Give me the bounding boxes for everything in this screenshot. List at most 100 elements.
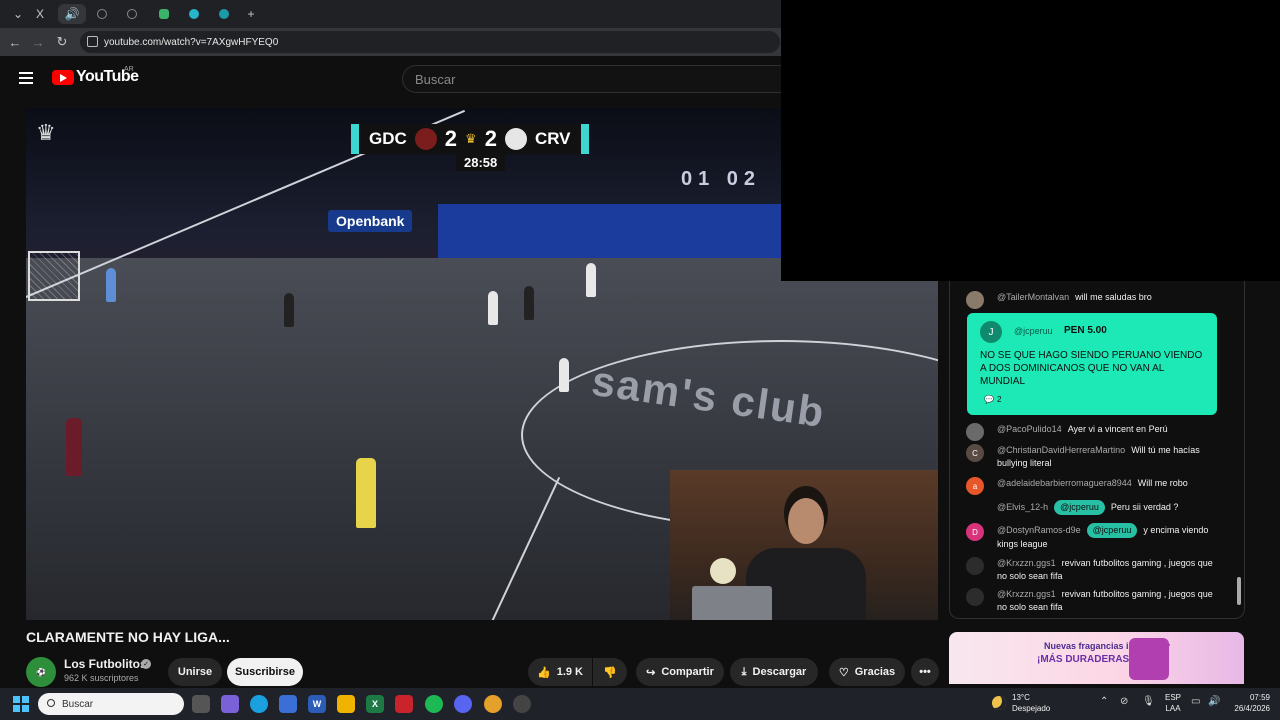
- share-button[interactable]: ↪ Compartir: [636, 658, 724, 686]
- chat-avatar[interactable]: [966, 291, 984, 309]
- chrome-icon[interactable]: [484, 695, 502, 713]
- search-input[interactable]: Buscar: [402, 65, 782, 93]
- chat-author[interactable]: @adelaidebarbierromaguera8944: [997, 478, 1132, 488]
- player: [284, 293, 294, 327]
- word-icon[interactable]: W: [308, 695, 326, 713]
- folder-icon[interactable]: [337, 695, 355, 713]
- address-bar[interactable]: youtube.com/watch?v=7AXgwHFYEQ0: [80, 31, 780, 53]
- chat-author[interactable]: @Krxzzn.ggs1: [997, 558, 1056, 568]
- microphone-icon[interactable]: 🎙: [1142, 696, 1155, 707]
- chat-author[interactable]: @Elvis_12-h: [997, 502, 1048, 512]
- channel-name[interactable]: Los Futbolitos: [64, 657, 147, 671]
- kings-league-logo-icon: ♛: [36, 120, 56, 145]
- spotify-icon[interactable]: [425, 695, 443, 713]
- thumbs-up-icon: 👍: [537, 666, 551, 679]
- chat-author[interactable]: @PacoPulido14: [997, 424, 1062, 434]
- away-team: CRV: [534, 129, 571, 148]
- channel-avatar[interactable]: ⚽: [26, 657, 56, 687]
- more-actions-button[interactable]: •••: [911, 658, 939, 686]
- forward-arrow-icon[interactable]: →: [28, 32, 48, 52]
- subscribe-button[interactable]: Suscribirse: [227, 658, 303, 686]
- mention-chip[interactable]: @jcperuu: [1054, 500, 1105, 515]
- like-button[interactable]: 👍 1.9 K: [528, 658, 592, 686]
- webcam-overlay: [670, 470, 938, 620]
- app-icon[interactable]: [395, 695, 413, 713]
- site-icon: [189, 9, 199, 19]
- chat-avatar[interactable]: [966, 557, 984, 575]
- shield-icon: [159, 9, 169, 19]
- player: [586, 263, 596, 297]
- chat-author[interactable]: @Krxzzn.ggs1: [997, 589, 1056, 599]
- tab-youtube-audio[interactable]: 🔊: [58, 4, 86, 24]
- tab-5[interactable]: [150, 4, 178, 24]
- chat-avatar[interactable]: a: [966, 477, 984, 495]
- ad-banner[interactable]: Nuevas fragancias intensas y ¡MÁS DURADE…: [949, 632, 1244, 684]
- edge-icon[interactable]: [250, 695, 268, 713]
- tab-4[interactable]: [118, 4, 146, 24]
- reply-icon: 💬: [984, 395, 994, 404]
- chat-message: @Krxzzn.ggs1 revivan futbolitos gaming , …: [966, 588, 1221, 614]
- chat-scrollbar[interactable]: [1237, 577, 1241, 605]
- reload-icon[interactable]: ↻: [52, 32, 72, 52]
- language-code: ESP: [1165, 693, 1182, 702]
- chat-text: Will me robo: [1137, 478, 1188, 488]
- weather-widget[interactable]: 13°C Despejado: [1012, 692, 1050, 714]
- display-icon[interactable]: ▭: [1191, 696, 1200, 707]
- chat-author[interactable]: @ChristianDavidHerreraMartino: [997, 445, 1125, 455]
- chat-text: Ayer vi a vincent en Perú: [1067, 424, 1168, 434]
- tab-7[interactable]: [210, 4, 238, 24]
- player: [66, 418, 82, 476]
- menu-icon[interactable]: [19, 72, 33, 84]
- keyboard-layout: LAA: [1165, 704, 1181, 713]
- windows-start-icon[interactable]: [13, 696, 29, 712]
- chat-avatar[interactable]: [966, 588, 984, 606]
- search-placeholder: Buscar: [415, 71, 456, 87]
- download-button[interactable]: ⤓ Descargar: [730, 658, 818, 686]
- back-arrow-icon[interactable]: ←: [5, 32, 25, 52]
- tab-6[interactable]: [180, 4, 208, 24]
- youtube-logo-icon[interactable]: [52, 70, 74, 85]
- network-icon[interactable]: ⊘: [1120, 696, 1128, 707]
- join-button[interactable]: Unirse: [168, 658, 222, 686]
- new-tab-button[interactable]: +: [237, 4, 265, 24]
- player: [488, 291, 498, 325]
- task-view-icon[interactable]: [192, 695, 210, 713]
- tab-x[interactable]: X: [26, 4, 54, 24]
- url-text: youtube.com/watch?v=7AXgwHFYEQ0: [104, 36, 279, 48]
- app-icon[interactable]: [513, 695, 531, 713]
- youtube-header: YouTube AR Buscar: [0, 56, 782, 100]
- tab-3[interactable]: [88, 4, 116, 24]
- super-chat-avatar[interactable]: J: [980, 321, 1002, 343]
- video-title: CLARAMENTE NO HAY LIGA...: [26, 629, 230, 645]
- language-indicator[interactable]: ESP LAA: [1165, 692, 1181, 714]
- chat-avatar[interactable]: C: [966, 444, 984, 462]
- site-info-icon[interactable]: [87, 36, 98, 47]
- super-chat-replies[interactable]: 💬 2: [984, 395, 1001, 404]
- referee: [356, 458, 376, 528]
- subscriber-count: 962 K suscriptores: [64, 673, 139, 683]
- dislike-button[interactable]: 👎: [593, 658, 627, 686]
- excel-icon[interactable]: X: [366, 695, 384, 713]
- chat-avatar[interactable]: [966, 500, 984, 518]
- chat-avatar[interactable]: D: [966, 523, 984, 541]
- chat-author[interactable]: @TailerMontalvan: [997, 292, 1069, 302]
- like-count: 1.9 K: [556, 666, 583, 678]
- super-chat-author[interactable]: @jcperuu: [1014, 326, 1053, 336]
- chat-avatar[interactable]: [966, 423, 984, 441]
- discord-icon[interactable]: [454, 695, 472, 713]
- thanks-button[interactable]: ♡ Gracias: [829, 658, 905, 686]
- chevron-up-icon[interactable]: ⌃: [1100, 696, 1108, 707]
- chat-message: C @ChristianDavidHerreraMartino Will tú m…: [966, 444, 1221, 470]
- taskbar-clock[interactable]: 07:59 26/4/2026: [1222, 692, 1270, 714]
- ball: [710, 558, 736, 584]
- taskbar-search[interactable]: Buscar: [38, 693, 184, 715]
- away-crest-icon: [504, 128, 527, 150]
- copilot-icon[interactable]: [221, 695, 239, 713]
- chat-message: D @DostynRamos-d9e @jcperuu y encima viend…: [966, 523, 1221, 551]
- store-icon[interactable]: [279, 695, 297, 713]
- volume-icon[interactable]: 🔊: [1208, 696, 1220, 707]
- chat-message: a @adelaidebarbierromaguera8944 Will me r…: [966, 477, 1221, 495]
- mention-chip[interactable]: @jcperuu: [1086, 523, 1138, 538]
- chat-author[interactable]: @DostynRamos-d9e: [997, 525, 1081, 535]
- player: [559, 358, 569, 392]
